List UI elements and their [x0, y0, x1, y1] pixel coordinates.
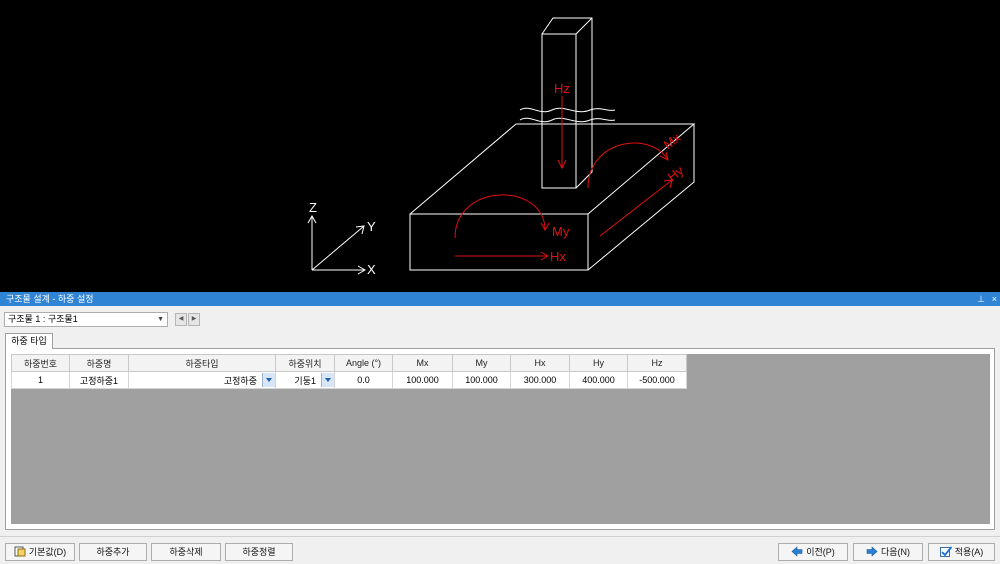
cell-angle[interactable]: 0.0	[334, 371, 393, 389]
cell-mx[interactable]: 100.000	[392, 371, 453, 389]
hy-label: Hy	[665, 162, 687, 184]
cell-hz[interactable]: -500.000	[627, 371, 687, 389]
col-header-hz[interactable]: Hz	[627, 354, 687, 372]
axis-y-label: Y	[367, 219, 376, 234]
col-header-no[interactable]: 하중번호	[11, 354, 70, 372]
panel-title: 구조물 설계 - 하중 설정	[6, 294, 94, 304]
load-table: 하중번호 하중명 하중타입 하중위치 Angle (°) Mx My Hx Hy…	[11, 354, 687, 389]
cell-hx[interactable]: 300.000	[510, 371, 570, 389]
document-icon	[14, 546, 26, 557]
prev-button-label: 이전(P)	[806, 547, 835, 557]
chevron-down-icon: ▼	[157, 316, 164, 323]
col-header-hx[interactable]: Hx	[510, 354, 570, 372]
col-header-my[interactable]: My	[452, 354, 511, 372]
cell-position[interactable]: 기둥1	[275, 371, 335, 389]
my-label: My	[552, 224, 570, 239]
arrow-left-icon	[791, 546, 803, 557]
cell-type-value: 고정하중	[223, 375, 257, 386]
pin-icon[interactable]: ⊥	[977, 292, 985, 306]
table-header-row: 하중번호 하중명 하중타입 하중위치 Angle (°) Mx My Hx Hy…	[11, 354, 687, 372]
apply-button-label: 적용(A)	[954, 547, 984, 557]
hx-label: Hx	[550, 249, 566, 264]
col-header-position[interactable]: 하중위치	[275, 354, 335, 372]
next-structure-button[interactable]: ▶	[188, 313, 200, 326]
cell-position-value: 기둥1	[294, 375, 316, 386]
default-button-label: 기본값(D)	[28, 547, 67, 557]
column-front-face	[541, 33, 577, 189]
break-line-1	[519, 107, 616, 113]
add-load-button[interactable]: 하중추가	[79, 543, 147, 561]
my-arc	[454, 194, 546, 239]
axis-x-label: X	[367, 262, 376, 277]
axis-y-line	[311, 225, 365, 271]
checkmark-icon	[939, 546, 952, 558]
load-diagram: Hz My Hx Mx Hy Z Y X	[307, 17, 696, 277]
column-side-face	[541, 17, 593, 189]
panel-title-bar: 구조물 설계 - 하중 설정 ⊥ ×	[0, 292, 1000, 306]
next-button[interactable]: 다음(N)	[853, 543, 923, 561]
col-header-angle[interactable]: Angle (°)	[334, 354, 393, 372]
table-row[interactable]: 1 고정하중1 고정하중 기둥1 0.0 100.000 100.000 300…	[11, 371, 687, 389]
hy-arrow	[599, 179, 673, 237]
apply-button[interactable]: 적용(A)	[928, 543, 995, 561]
footing-top-face	[409, 123, 696, 215]
axis-z-label: Z	[309, 200, 317, 215]
col-header-name[interactable]: 하중명	[69, 354, 129, 372]
sort-load-button[interactable]: 하중정렬	[225, 543, 293, 561]
col-header-type[interactable]: 하중타입	[128, 354, 276, 372]
3d-viewport[interactable]: Hz My Hx Mx Hy Z Y X	[0, 0, 1000, 292]
next-button-label: 다음(N)	[880, 547, 911, 557]
dropdown-arrow-icon[interactable]	[321, 373, 334, 387]
cell-type[interactable]: 고정하중	[128, 371, 276, 389]
structure-select[interactable]: 구조물 1 : 구조물1 ▼	[4, 312, 168, 327]
bottom-button-bar	[0, 536, 1000, 564]
cell-my[interactable]: 100.000	[452, 371, 511, 389]
structure-select-value: 구조물 1 : 구조물1	[8, 314, 78, 324]
prev-structure-button[interactable]: ◀	[175, 313, 187, 326]
col-header-hy[interactable]: Hy	[569, 354, 628, 372]
prev-button[interactable]: 이전(P)	[778, 543, 848, 561]
hz-label: Hz	[554, 81, 570, 96]
mx-arc	[587, 142, 669, 189]
close-icon[interactable]: ×	[992, 292, 997, 306]
delete-load-button[interactable]: 하중삭제	[151, 543, 221, 561]
cell-hy[interactable]: 400.000	[569, 371, 628, 389]
cell-no[interactable]: 1	[11, 371, 70, 389]
dropdown-arrow-icon[interactable]	[262, 373, 275, 387]
break-line-2	[519, 117, 616, 123]
cell-name[interactable]: 고정하중1	[69, 371, 129, 389]
default-button[interactable]: 기본값(D)	[5, 543, 75, 561]
arrow-right-icon	[866, 546, 878, 557]
col-header-mx[interactable]: Mx	[392, 354, 453, 372]
tab-load-type[interactable]: 하중 타입	[5, 333, 53, 349]
